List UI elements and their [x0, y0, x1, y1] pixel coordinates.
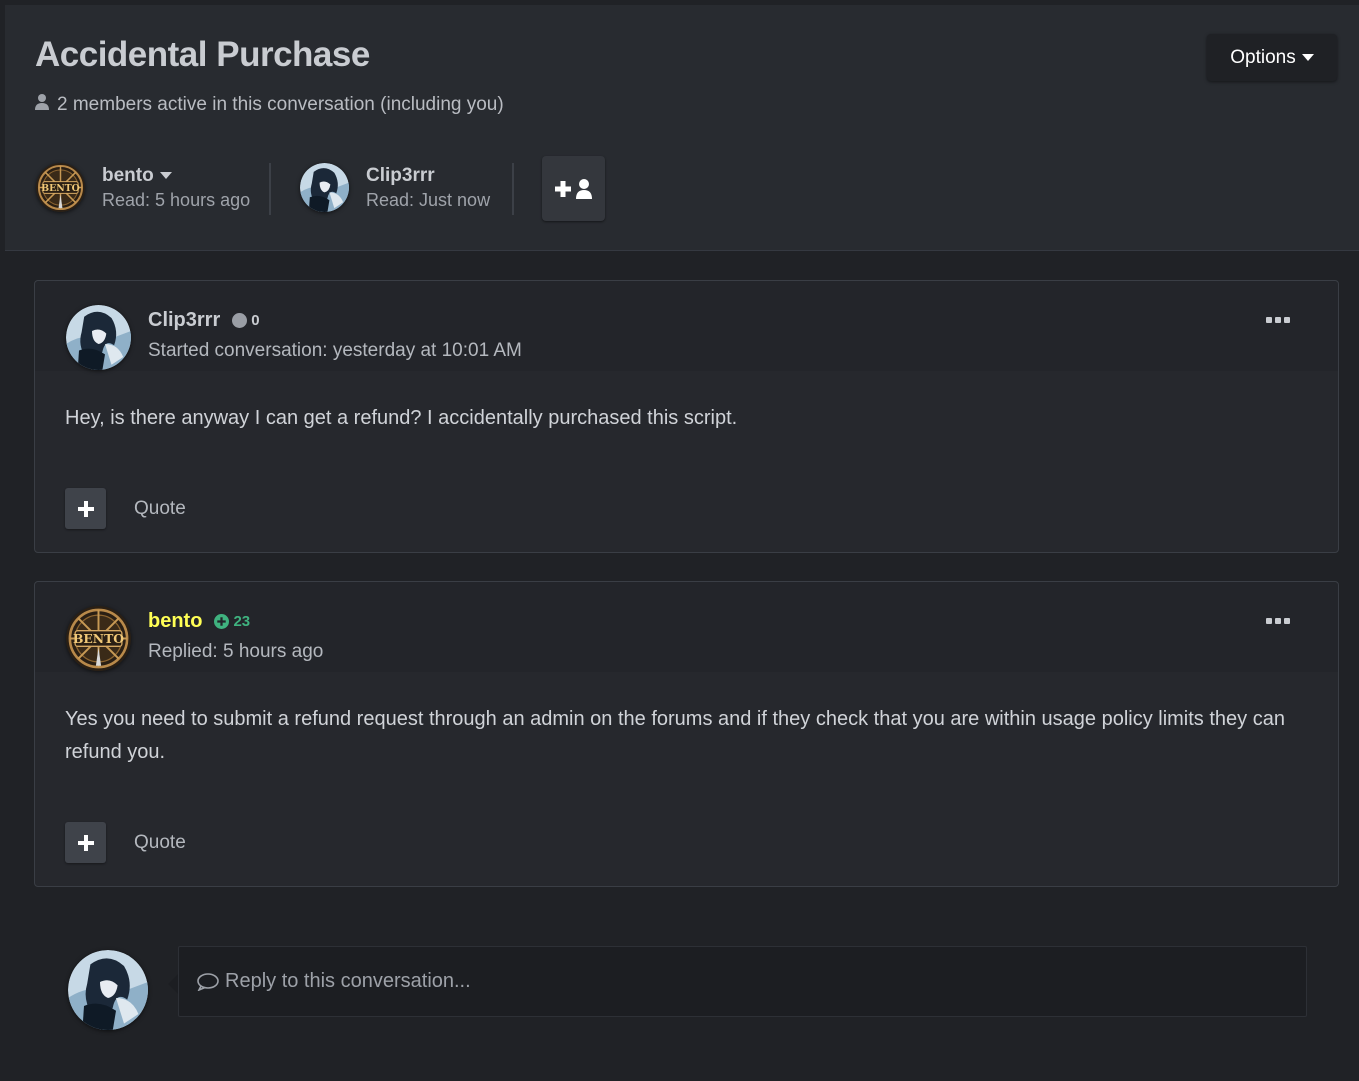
participant-read-status: Read: 5 hours ago — [102, 189, 251, 210]
participant-bento[interactable]: bento Read: 5 hours ago — [36, 163, 250, 212]
multiquote-button[interactable] — [65, 488, 106, 529]
page-title: Accidental Purchase — [35, 35, 370, 74]
post-actions: Quote — [65, 488, 186, 529]
participant-name[interactable]: bento — [102, 165, 250, 187]
post-meta: Replied: 5 hours ago — [148, 641, 324, 662]
post-body: Yes you need to submit a refund request … — [65, 708, 1285, 763]
options-button[interactable]: Options — [1207, 34, 1337, 81]
divider — [512, 163, 514, 215]
caret-down-icon[interactable] — [159, 172, 172, 179]
post: Clip3rrr 0 Started conversation: yesterd… — [34, 280, 1339, 553]
plus-icon — [77, 500, 94, 517]
post-author: Clip3rrr 0 — [148, 309, 260, 332]
conversation-header: Accidental Purchase 2 members active in … — [5, 5, 1359, 251]
add-participant-button[interactable] — [542, 156, 605, 221]
divider — [269, 163, 271, 215]
author-name[interactable]: Clip3rrr — [148, 309, 220, 332]
add-user-icon — [554, 178, 592, 199]
caret-down-icon — [1301, 54, 1314, 61]
participant-read-status: Read: Just now — [366, 189, 491, 210]
comment-icon — [197, 972, 219, 991]
circle-icon — [232, 313, 248, 328]
reputation-badge[interactable]: 23 — [214, 613, 250, 630]
active-members-line: 2 members active in this conversation (i… — [35, 93, 504, 117]
more-options-icon[interactable] — [1266, 317, 1290, 323]
plus-icon — [77, 834, 94, 851]
bento-avatar[interactable] — [36, 163, 85, 212]
reputation-badge[interactable]: 0 — [232, 312, 260, 329]
user-icon — [35, 93, 49, 117]
bento-avatar[interactable] — [66, 606, 131, 671]
participant-name[interactable]: Clip3rrr — [366, 165, 490, 187]
reply-placeholder: Reply to this conversation... — [225, 970, 471, 992]
plus-circle-icon — [214, 614, 230, 629]
clip3rrr-avatar[interactable] — [300, 163, 349, 212]
quote-link[interactable]: Quote — [134, 832, 186, 854]
quote-link[interactable]: Quote — [134, 498, 186, 520]
multiquote-button[interactable] — [65, 822, 106, 863]
reply-input[interactable]: Reply to this conversation... — [178, 946, 1307, 1017]
post: bento 23 Replied: 5 hours ago Yes you ne… — [34, 581, 1339, 887]
options-label: Options — [1230, 46, 1296, 68]
post-actions: Quote — [65, 822, 186, 863]
participant-clip3rrr[interactable]: Clip3rrr Read: Just now — [300, 163, 490, 212]
post-author: bento 23 — [148, 610, 250, 633]
post-body: Hey, is there anyway I can get a refund?… — [65, 407, 738, 429]
post-meta: Started conversation: yesterday at 10:01… — [148, 340, 522, 361]
clip3rrr-avatar[interactable] — [66, 305, 131, 370]
current-user-avatar — [68, 950, 148, 1030]
author-name[interactable]: bento — [148, 610, 202, 633]
more-options-icon[interactable] — [1266, 618, 1290, 624]
reply-box-pointer — [168, 974, 178, 994]
active-members-text: 2 members active in this conversation (i… — [57, 94, 504, 115]
